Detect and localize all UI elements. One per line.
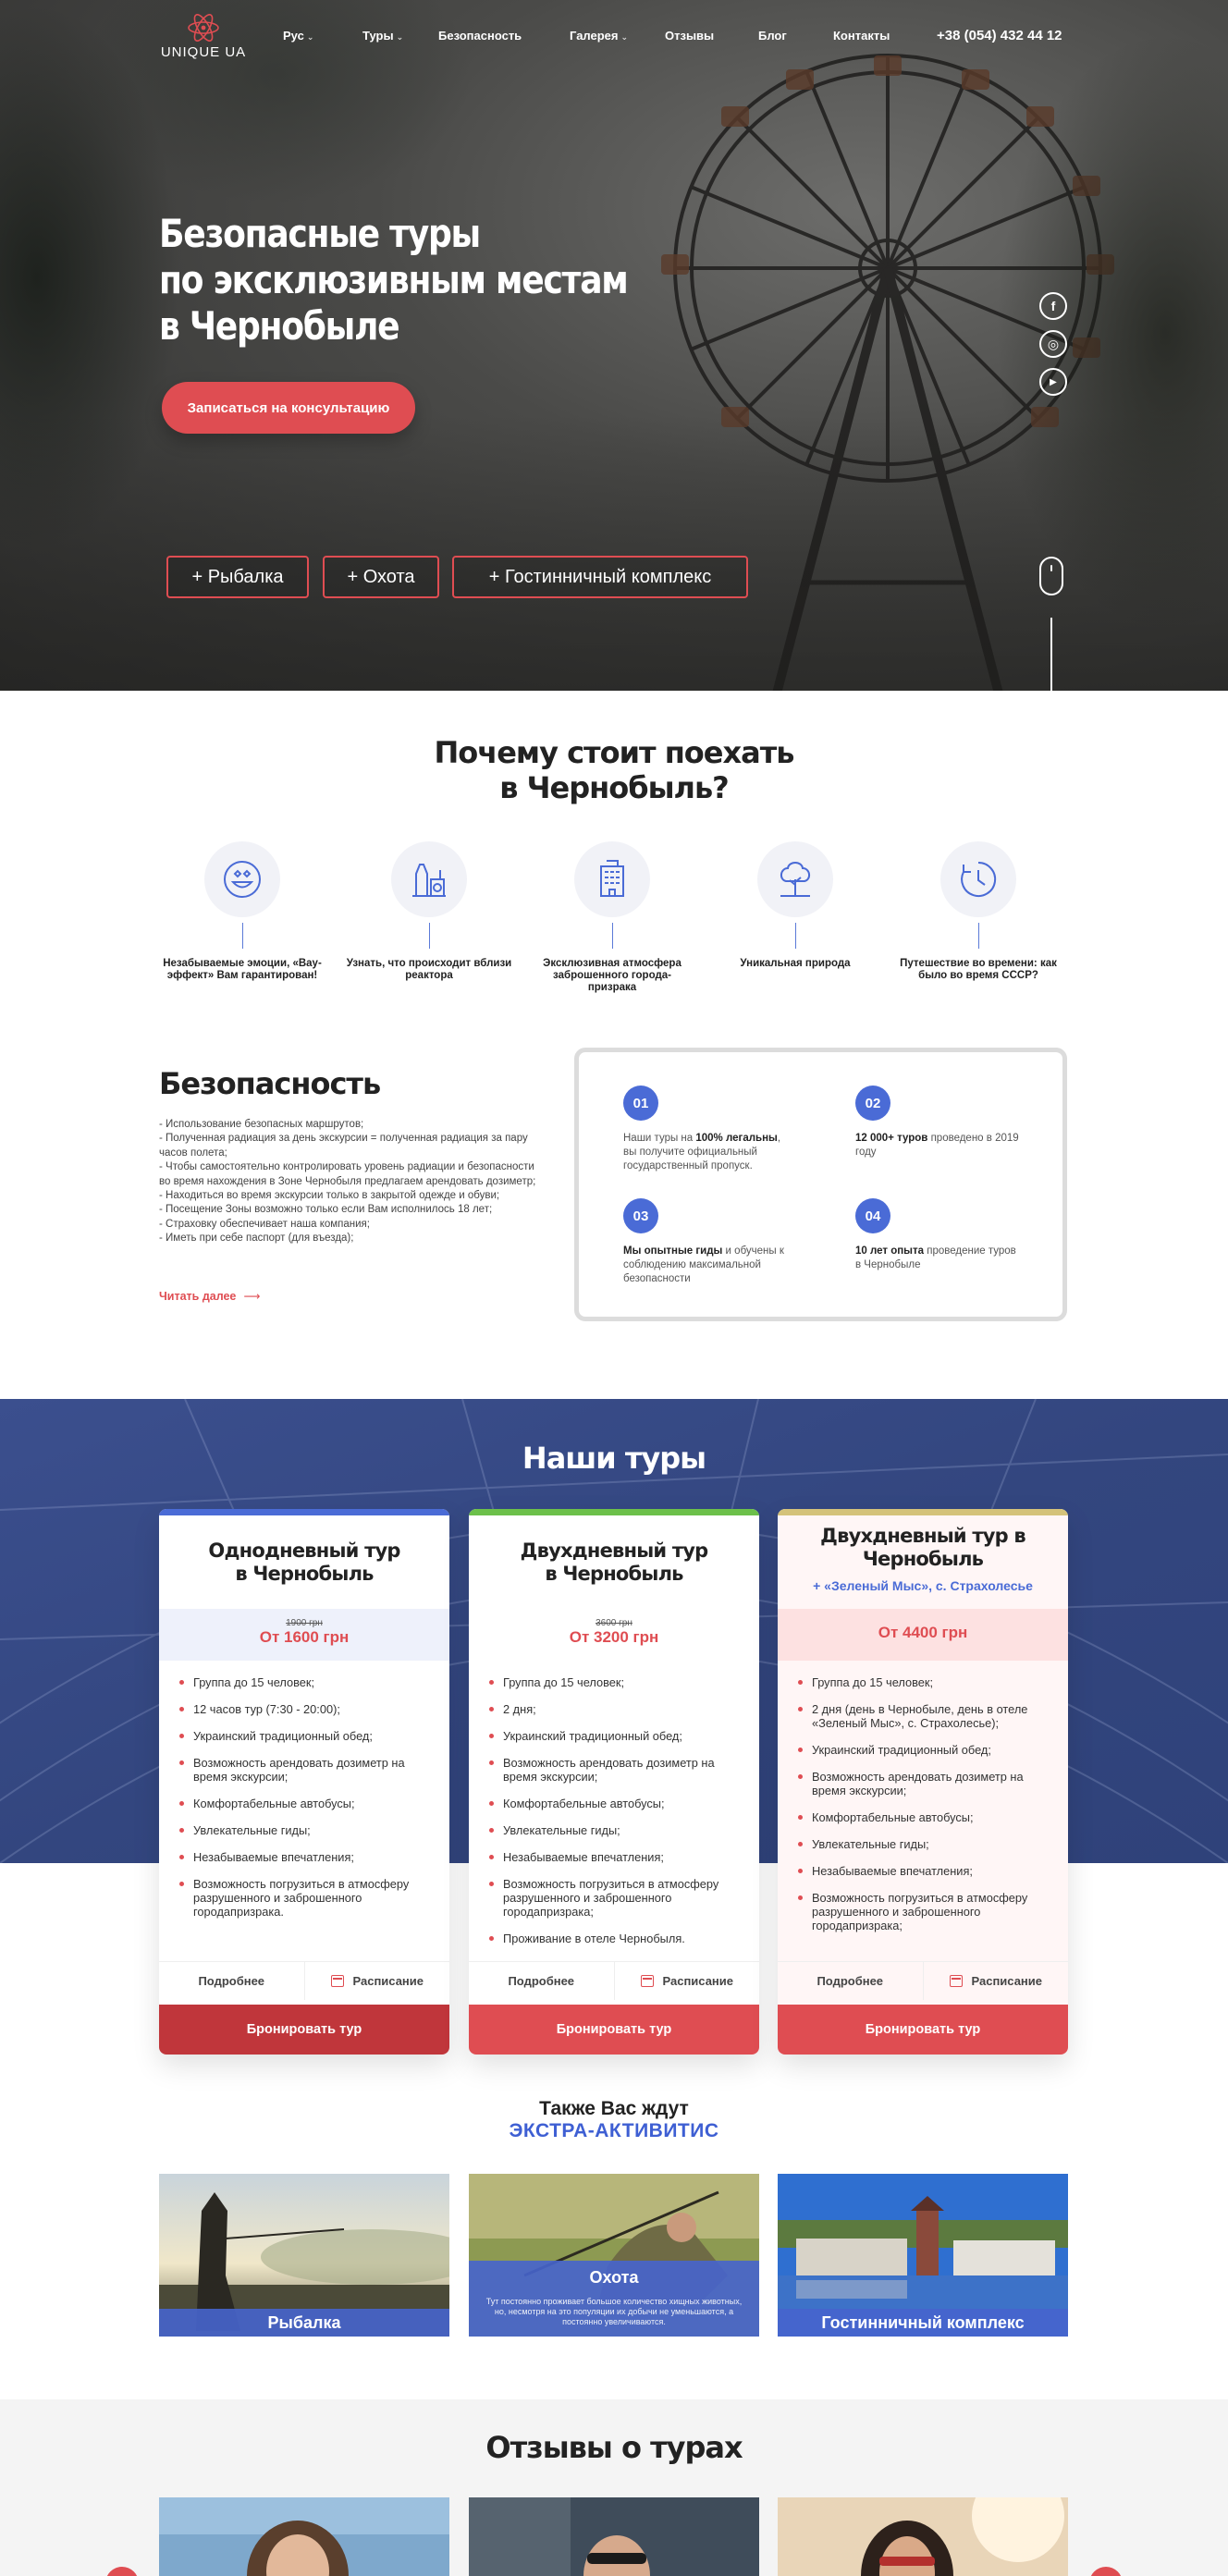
chip-fishing[interactable]: + Рыбалка: [166, 556, 309, 598]
calendar-icon: [330, 1975, 344, 1987]
arrow-right-icon: ⟶: [243, 1290, 261, 1303]
tour-price: От 4400 грн: [778, 1609, 1068, 1661]
tour-links: Подробнее Расписание: [159, 1961, 449, 2000]
chip-hunting[interactable]: + Охота: [323, 556, 439, 598]
calendar-icon: [949, 1975, 963, 1987]
safety-facts-box: 01 Наши туры на 100% легальны, вы получи…: [574, 1048, 1067, 1321]
details-link[interactable]: Подробнее: [469, 1962, 614, 2000]
nav-reviews[interactable]: Отзывы: [665, 29, 714, 43]
hero-title: Безопасные туры по эксклюзивным местам в…: [159, 211, 629, 349]
tour-price: 3600 грн От 3200 грн: [469, 1609, 759, 1661]
tour-name: Двухдневный тур в Чернобыль: [820, 1525, 1025, 1570]
fact-text: Мы опытные гиды и обучены к соблюдению м…: [623, 1245, 784, 1284]
chevron-down-icon: ⌄: [306, 32, 314, 42]
tour-subtitle: + «Зеленый Мыс», с. Страхолесье: [813, 1578, 1033, 1593]
logo[interactable]: UNIQUE UA: [159, 13, 248, 60]
youtube-icon[interactable]: ▶: [1039, 368, 1067, 396]
scroll-mouse-icon[interactable]: [1039, 557, 1063, 595]
scroll-line: [1050, 618, 1052, 691]
feature-emotions: Незабываемые эмоции, «Вау-эффект» Вам га…: [159, 841, 325, 982]
tour-price: 1900 грн От 1600 грн: [159, 1609, 449, 1661]
nav-gallery[interactable]: Галерея ⌄: [570, 29, 628, 43]
schedule-link[interactable]: Расписание: [613, 1962, 760, 2000]
reactor-icon: [412, 864, 446, 897]
tour-features: Группа до 15 человек; 2 дня (день в Черн…: [796, 1675, 1055, 1945]
extra-subtitle: ЭКСТРА-АКТИВИТИС: [509, 2120, 719, 2141]
fact-number: 04: [855, 1198, 890, 1233]
nav-tours[interactable]: Туры ⌄: [362, 29, 403, 43]
facebook-icon[interactable]: f: [1039, 292, 1067, 320]
activity-hunting[interactable]: Охота Тут постоянно проживает большое ко…: [469, 2174, 759, 2337]
calendar-icon: [640, 1975, 654, 1987]
fact-text: 10 лет опыта проведение туров в Чернобыл…: [855, 1245, 1016, 1270]
reviewer-avatar: [778, 2497, 1068, 2576]
book-tour-button[interactable]: Бронировать тур: [159, 2005, 449, 2055]
feature-atmosphere: Эксклюзивная атмосфера заброшенного горо…: [529, 841, 695, 994]
nature-icon: [780, 862, 810, 897]
atom-logo-icon: [188, 14, 219, 42]
activity-fishing[interactable]: Рыбалка: [159, 2174, 449, 2337]
tour-name: Однодневный тур в Чернобыль: [208, 1539, 400, 1585]
tour-links: Подробнее Расписание: [469, 1961, 759, 2000]
activity-panel: Охота Тут постоянно проживает большое ко…: [469, 2261, 759, 2337]
chip-hotel[interactable]: + Гостинничный комплекс: [452, 556, 748, 598]
tour-features: Группа до 15 человек; 2 дня; Украинский …: [487, 1675, 746, 1958]
book-tour-button[interactable]: Бронировать тур: [778, 2005, 1068, 2055]
clock-icon: [961, 861, 997, 897]
activity-caption: Гостинничный комплекс: [778, 2309, 1068, 2337]
safety-list: - Использование безопасных маршрутов; - …: [159, 1119, 536, 1245]
activity-caption: Рыбалка: [159, 2309, 449, 2337]
schedule-link[interactable]: Расписание: [303, 1962, 450, 2000]
building-icon: [600, 860, 624, 897]
tour-features: Группа до 15 человек; 12 часов тур (7:30…: [178, 1675, 436, 1932]
fact-number: 03: [623, 1198, 658, 1233]
tour-name: Двухдневный тур в Чернобыль: [520, 1539, 708, 1585]
fact-text: 12 000+ туров проведено в 2019 году: [855, 1133, 1019, 1158]
review-photo: [159, 2497, 449, 2576]
fact-text: Наши туры на 100% легальны, вы получите …: [623, 1133, 781, 1171]
read-more-link[interactable]: Читать далее ⟶: [159, 1289, 260, 1303]
nav-contacts[interactable]: Контакты: [833, 29, 890, 43]
hero-section: UNIQUE UA Рус ⌄ Туры ⌄ Безопасность Галере…: [0, 0, 1228, 691]
fact-number: 01: [623, 1086, 658, 1121]
tour-card-two-day: Двухдневный тур в Чернобыль 3600 грн От …: [469, 1509, 759, 2055]
extra-title: Также Вас ждут: [539, 2098, 689, 2119]
phone-link[interactable]: +38 (054) 432 44 12: [937, 28, 1062, 43]
tour-card-one-day: Однодневный тур в Чернобыль 1900 грн От …: [159, 1509, 449, 2055]
fact-number: 02: [855, 1086, 890, 1121]
review-photo: [778, 2497, 1068, 2576]
chevron-down-icon: ⌄: [620, 32, 629, 42]
page: UNIQUE UA Рус ⌄ Туры ⌄ Безопасность Галере…: [0, 0, 1228, 2576]
reviewer-avatar: [469, 2497, 759, 2576]
why-title: Почему стоит поехать в Чернобыль?: [434, 735, 794, 805]
feature-reactor: Узнать, что происходит вблизи реактора: [346, 841, 512, 982]
book-tour-button[interactable]: Бронировать тур: [469, 2005, 759, 2055]
tour-links: Подробнее Расписание: [778, 1961, 1068, 2000]
consultation-button[interactable]: Записаться на консультацию: [162, 382, 415, 434]
top-navigation: UNIQUE UA Рус ⌄ Туры ⌄ Безопасность Галере…: [0, 0, 1228, 74]
activity-hotel[interactable]: Гостинничный комплекс: [778, 2174, 1068, 2337]
review-photo: [469, 2497, 759, 2576]
details-link[interactable]: Подробнее: [778, 1962, 923, 2000]
tours-title: Наши туры: [522, 1441, 706, 1476]
reviewer-avatar: [159, 2497, 449, 2576]
tour-card-two-day-green-cape: Двухдневный тур в Чернобыль + «Зеленый М…: [778, 1509, 1068, 2055]
safety-title: Безопасность: [159, 1066, 381, 1101]
nav-language[interactable]: Рус ⌄: [283, 29, 313, 43]
nav-blog[interactable]: Блог: [758, 29, 787, 43]
feature-nature: Уникальная природа: [712, 841, 878, 970]
schedule-link[interactable]: Расписание: [922, 1962, 1069, 2000]
chevron-down-icon: ⌄: [396, 32, 404, 42]
reviews-title: Отзывы о турах: [485, 2430, 743, 2465]
nav-safety[interactable]: Безопасность: [438, 29, 522, 43]
smile-icon: [224, 861, 261, 898]
instagram-icon[interactable]: ◎: [1039, 330, 1067, 358]
feature-time-travel: Путешествие во времени: как было во врем…: [895, 841, 1062, 982]
logo-text: UNIQUE UA: [160, 44, 247, 60]
details-link[interactable]: Подробнее: [159, 1962, 304, 2000]
